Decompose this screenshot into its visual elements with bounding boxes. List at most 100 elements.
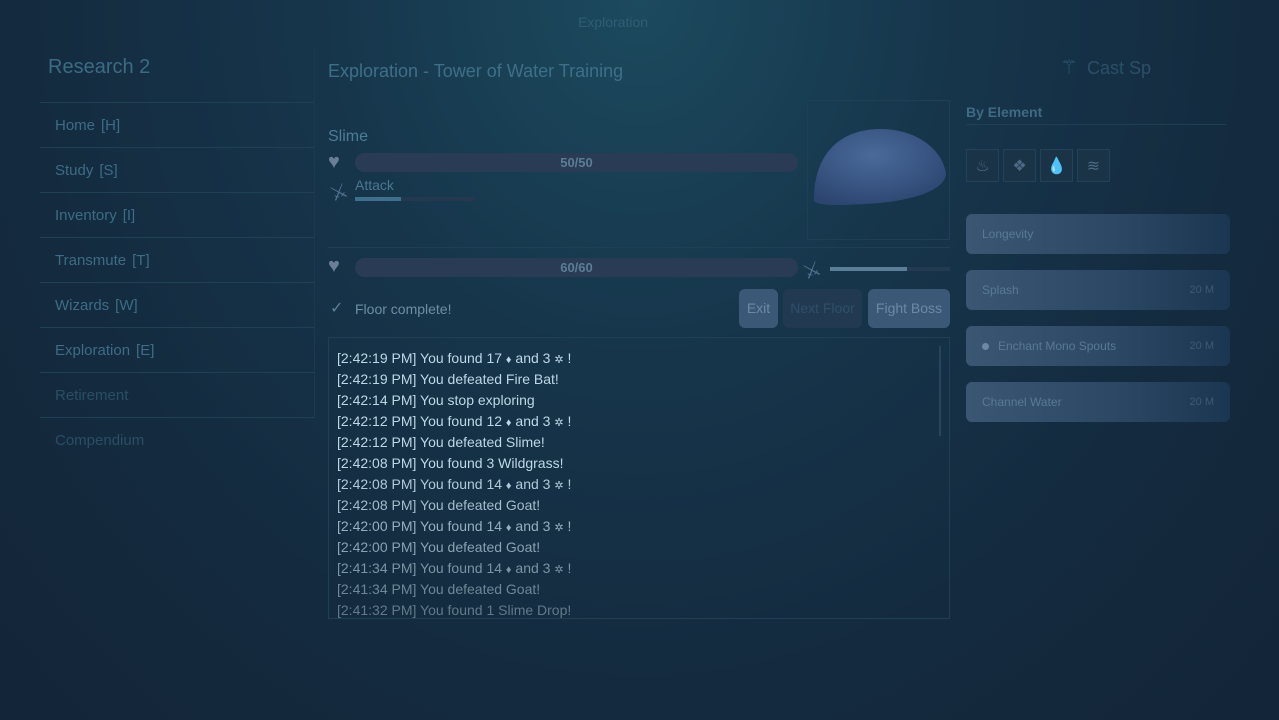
sidebar: Home [H] Study [S] Inventory [I] Transmute [T] W… (40, 102, 314, 462)
log-text: [2:42:08 PM] You found 3 Wildgrass! (337, 455, 564, 471)
element-filter: ♨ ❖ 💧 ≋ (966, 149, 1110, 182)
spell-longevity[interactable]: Longevity (966, 214, 1230, 254)
log-text: ! (563, 518, 572, 534)
log-text: [2:42:12 PM] You found 12 (337, 413, 503, 429)
log-text: ! (563, 413, 572, 429)
floor-row: ✓ Floor complete! Exit Next Floor Fight … (328, 288, 950, 330)
air-icon[interactable]: ≋ (1077, 149, 1110, 182)
exit-button[interactable]: Exit (739, 289, 778, 328)
divider (966, 124, 1226, 125)
player-hp-text: 60/60 (560, 260, 593, 275)
log-text: and 3 (511, 476, 555, 492)
monster-hp-text: 50/50 (560, 155, 593, 170)
by-element-heading: By Element (966, 104, 1043, 120)
cast-spell-text: Cast Sp (1086, 58, 1151, 78)
monster-attack-label: Attack (355, 177, 394, 193)
log-entry: [2:41:34 PM] You found 14 ♦ and 3 ✲ ! (337, 558, 949, 579)
log-entry: [2:41:32 PM] You found 1 Slime Drop! (337, 600, 949, 618)
sidebar-item-hotkey: [W] (115, 296, 138, 314)
log-entry: [2:41:34 PM] You defeated Goat! (337, 579, 949, 600)
player-heart-icon: ♥ (328, 255, 340, 277)
sidebar-item-label: Home (55, 116, 96, 134)
log-text: [2:42:19 PM] You found 17 (337, 350, 503, 366)
sidebar-item-hotkey: [E] (136, 341, 155, 359)
log-text: [2:41:32 PM] You found 1 Slime Drop! (337, 602, 572, 618)
log-text: ! (563, 350, 572, 366)
player-attack-bar (830, 267, 950, 271)
spell-splash[interactable]: Splash 20 M (966, 270, 1230, 310)
sidebar-divider (314, 48, 315, 418)
monster-attack-fill (355, 197, 401, 201)
sidebar-item-inventory[interactable]: Inventory [I] (40, 192, 314, 237)
log-entry: [2:42:12 PM] You defeated Slime! (337, 432, 949, 453)
sidebar-item-retirement[interactable]: Retirement (40, 372, 314, 417)
floor-status: Floor complete! (355, 301, 452, 317)
sidebar-item-home[interactable]: Home [H] (40, 102, 314, 147)
essence-icon: ✲ (554, 417, 564, 429)
earth-icon[interactable]: ❖ (1003, 149, 1036, 182)
sidebar-item-wizards[interactable]: Wizards [W] (40, 282, 314, 327)
spell-cost: 20 M (1189, 284, 1214, 296)
log-text: and 3 (511, 560, 555, 576)
window-title: Exploration (577, 14, 649, 30)
monster-panel: Slime ♥ 50/50 ⚔ Attack (327, 100, 950, 248)
log-scrollbar[interactable] (939, 346, 941, 436)
log-text: ! (563, 560, 572, 576)
sidebar-item-label: Inventory (55, 206, 117, 224)
monster-portrait (807, 100, 950, 240)
sidebar-item-hotkey: [T] (132, 251, 150, 269)
sidebar-item-hotkey: [H] (101, 116, 121, 134)
app-title: Research 2 (48, 56, 150, 79)
sidebar-item-compendium[interactable]: Compendium (40, 417, 314, 462)
spell-label: Enchant Mono Spouts (998, 339, 1117, 353)
heart-icon: ♥ (328, 151, 340, 173)
log-text: [2:42:12 PM] You defeated Slime! (337, 434, 545, 450)
next-floor-button[interactable]: Next Floor (783, 289, 862, 328)
page-title: Exploration - Tower of Water Training (328, 61, 624, 81)
log-text: [2:42:00 PM] You defeated Goat! (337, 539, 541, 555)
log-text: and 3 (511, 518, 555, 534)
event-log[interactable]: [2:42:19 PM] You found 17 ♦ and 3 ✲ ! [2:… (328, 337, 950, 619)
log-text: ! (563, 476, 572, 492)
sidebar-item-label: Compendium (55, 431, 145, 449)
fire-icon[interactable]: ♨ (966, 149, 999, 182)
slime-image (814, 129, 946, 205)
spell-cost: 20 M (1189, 396, 1214, 408)
log-entry: [2:42:08 PM] You found 14 ♦ and 3 ✲ ! (337, 474, 949, 495)
player-sword-icon: ⚔ (799, 257, 825, 285)
log-entry: [2:42:08 PM] You found 3 Wildgrass! (337, 453, 949, 474)
cast-spell-title: ⚚ Cast Sp (1060, 55, 1151, 80)
spell-channel-water[interactable]: Channel Water 20 M (966, 382, 1230, 422)
water-icon[interactable]: 💧 (1040, 149, 1073, 182)
sidebar-item-transmute[interactable]: Transmute [T] (40, 237, 314, 282)
log-text: and 3 (511, 350, 555, 366)
monster-hp-bar: 50/50 (355, 153, 798, 172)
essence-icon: ✲ (554, 522, 564, 534)
sidebar-item-label: Retirement (55, 386, 129, 404)
player-hp-bar: 60/60 (355, 258, 798, 277)
player-row: ♥ 60/60 ⚔ (328, 256, 950, 286)
spell-enchant-mono-spouts[interactable]: Enchant Mono Spouts 20 M (966, 326, 1230, 366)
spell-label: Channel Water (982, 395, 1062, 409)
player-attack-fill (830, 267, 907, 271)
essence-icon: ✲ (554, 354, 564, 366)
log-text: [2:42:08 PM] You defeated Goat! (337, 497, 541, 513)
log-entry: [2:42:19 PM] You found 17 ♦ and 3 ✲ ! (337, 348, 949, 369)
sidebar-item-exploration[interactable]: Exploration [E] (40, 327, 314, 372)
sidebar-item-hotkey: [I] (122, 206, 136, 224)
log-text: [2:42:14 PM] You stop exploring (337, 392, 535, 408)
log-text: [2:42:19 PM] You defeated Fire Bat! (337, 371, 559, 387)
log-entry: [2:42:08 PM] You defeated Goat! (337, 495, 949, 516)
log-text: and 3 (511, 413, 555, 429)
sidebar-item-label: Study (55, 161, 94, 179)
bullet-icon (982, 342, 989, 350)
log-text: [2:42:00 PM] You found 14 (337, 518, 503, 534)
app-title-text: Research 2 (48, 56, 151, 78)
log-entry: [2:42:12 PM] You found 12 ♦ and 3 ✲ ! (337, 411, 949, 432)
fight-boss-button[interactable]: Fight Boss (868, 289, 950, 328)
spell-label: Splash (982, 283, 1019, 297)
sidebar-item-study[interactable]: Study [S] (40, 147, 314, 192)
wand-icon: ⚚ (1060, 57, 1078, 79)
log-entry: [2:42:00 PM] You found 14 ♦ and 3 ✲ ! (337, 516, 949, 537)
essence-icon: ✲ (554, 564, 564, 576)
